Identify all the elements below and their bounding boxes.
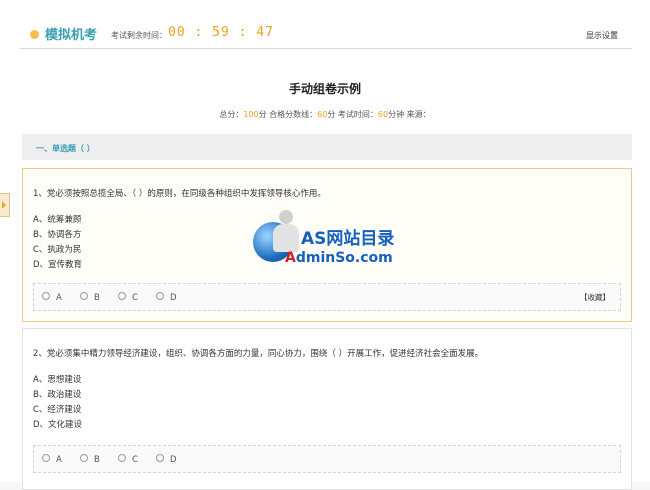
choice-label: D bbox=[170, 455, 177, 465]
watermark-title: AS网站目录 bbox=[301, 229, 395, 249]
option-a-text: A、思想建设 bbox=[33, 375, 82, 385]
question-card-2: 2、党必须集中精力领导经济建设，组织、协调各方面的力量，同心协力，围绕（ ）开展… bbox=[22, 328, 632, 490]
answer-row: A B C D 【收藏】 bbox=[33, 283, 621, 311]
choice-label: B bbox=[94, 293, 100, 303]
choice-label: D bbox=[170, 293, 177, 303]
bullet-dot-icon bbox=[30, 30, 39, 39]
timer-label: 考试剩余时间： bbox=[111, 31, 167, 40]
section-header: 一、单选题（ ） bbox=[22, 134, 632, 160]
option-c-text: C、执政为民 bbox=[33, 245, 82, 255]
side-expand-tab[interactable] bbox=[0, 193, 10, 217]
display-settings-link[interactable]: 显示设置 bbox=[586, 30, 618, 41]
choice-b-radio[interactable]: B bbox=[80, 454, 100, 465]
question-text: 2、党必须集中精力领导经济建设，组织、协调各方面的力量，同心协力，围绕（ ）开展… bbox=[33, 349, 484, 359]
choice-b-radio[interactable]: B bbox=[80, 292, 100, 303]
choice-label: A bbox=[56, 293, 62, 303]
countdown-timer: 00 : 59 : 47 bbox=[168, 25, 274, 40]
option-b-text: B、协调各方 bbox=[33, 230, 82, 240]
answer-row: A B C D bbox=[33, 445, 621, 473]
question-options: A、思想建设 B、政治建设 C、经济建设 D、文化建设 bbox=[33, 373, 82, 433]
option-d-text: D、宣传教育 bbox=[33, 260, 83, 270]
paper-meta: 总分：100分 合格分数线：60分 考试时间：60分钟 来源： bbox=[0, 109, 650, 120]
meta-pass-unit: 分 考试时间： bbox=[327, 110, 378, 119]
app-title: 模拟机考 bbox=[45, 28, 98, 43]
choice-label: C bbox=[132, 293, 138, 303]
radio-icon bbox=[156, 454, 164, 462]
favorite-button[interactable]: 【收藏】 bbox=[580, 292, 610, 303]
radio-icon bbox=[42, 454, 50, 462]
figure-body-icon bbox=[273, 224, 299, 252]
choice-d-radio[interactable]: D bbox=[156, 454, 177, 465]
question-options: A、统筹兼顾 B、协调各方 C、执政为民 D、宣传教育 bbox=[33, 213, 82, 273]
choice-d-radio[interactable]: D bbox=[156, 292, 177, 303]
watermark-logo: AS网站目录 AdminSo.com bbox=[249, 210, 397, 272]
top-header: 模拟机考 考试剩余时间： 00 : 59 : 47 显示设置 bbox=[0, 0, 650, 66]
meta-time-value: 60 bbox=[377, 110, 389, 119]
radio-icon bbox=[80, 454, 88, 462]
option-b-text: B、政治建设 bbox=[33, 390, 82, 400]
watermark-sub-blue: dminSo.com bbox=[295, 250, 393, 266]
option-a-text: A、统筹兼顾 bbox=[33, 215, 82, 225]
option-d-text: D、文化建设 bbox=[33, 420, 83, 430]
choice-label: B bbox=[94, 455, 100, 465]
choice-c-radio[interactable]: C bbox=[118, 292, 138, 303]
question-text: 1、党必须按照总揽全局、（ ）的原则，在同级各种组织中发挥领导核心作用。 bbox=[33, 189, 326, 199]
meta-total-value: 100 bbox=[243, 110, 259, 119]
choice-label: C bbox=[132, 455, 138, 465]
choice-c-radio[interactable]: C bbox=[118, 454, 138, 465]
radio-icon bbox=[118, 454, 126, 462]
watermark-subtitle: AdminSo.com bbox=[285, 250, 393, 266]
exam-main: 手动组卷示例 总分：100分 合格分数线：60分 考试时间：60分钟 来源： 一… bbox=[0, 66, 650, 490]
meta-total-unit: 分 合格分数线： bbox=[258, 110, 318, 119]
choice-label: A bbox=[56, 455, 62, 465]
choice-a-radio[interactable]: A bbox=[42, 292, 62, 303]
figure-head-icon bbox=[279, 210, 293, 224]
meta-pass-value: 60 bbox=[317, 110, 328, 119]
radio-icon bbox=[80, 292, 88, 300]
radio-icon bbox=[118, 292, 126, 300]
choice-a-radio[interactable]: A bbox=[42, 454, 62, 465]
paper-title: 手动组卷示例 bbox=[288, 82, 361, 96]
radio-icon bbox=[42, 292, 50, 300]
header-inner: 模拟机考 考试剩余时间： 00 : 59 : 47 显示设置 bbox=[20, 0, 632, 49]
section-title: 一、单选题（ ） bbox=[36, 144, 95, 153]
option-c-text: C、经济建设 bbox=[33, 405, 82, 415]
meta-time-unit: 分钟 来源： bbox=[388, 110, 431, 119]
watermark-sub-red: A bbox=[285, 250, 296, 266]
meta-total-label: 总分： bbox=[219, 110, 244, 119]
radio-icon bbox=[156, 292, 164, 300]
